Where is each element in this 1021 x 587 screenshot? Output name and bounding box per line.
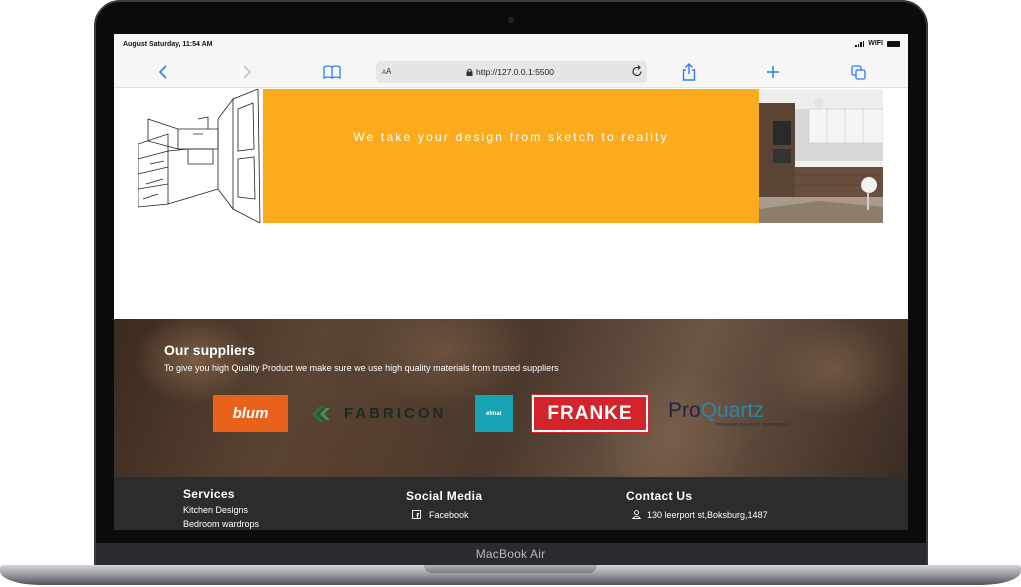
browser-screen: August Saturday, 11:54 AM WIFI AA http:/… [114,34,908,530]
footer-link-kitchen-designs[interactable]: Kitchen Designs [183,505,248,515]
laptop-base-notch [424,565,597,573]
footer: Services Kitchen Designs Bedroom wardrop… [114,477,908,530]
lock-icon [466,68,473,76]
proquartz-pro-text: Pro [668,399,701,422]
elmar-logo: elmar [475,395,513,432]
laptop-model-label: MacBook Air [475,547,546,561]
signal-icon [855,40,865,47]
design-banner: We take your design from sketch to reali… [263,89,759,223]
proquartz-logo: ProQuartz PREMIER QUARTZ SURFACES [668,395,813,432]
suppliers-title: Our suppliers [164,342,256,358]
kitchen-sketch-image [138,89,261,223]
wifi-label: WIFI [868,40,883,47]
footer-services-heading: Services [183,487,235,501]
footer-link-facebook[interactable]: Facebook [429,510,469,520]
person-icon [632,510,641,519]
new-tab-icon[interactable] [763,62,783,82]
elmar-logo-text: elmar [485,410,502,417]
status-indicators: WIFI [855,40,900,47]
browser-toolbar: AA http://127.0.0.1:5500 [114,56,908,88]
camera-icon [508,17,514,23]
proquartz-wordmark: ProQuartz [668,400,764,422]
franke-logo: FRANKE [531,394,649,433]
suppliers-section: Our suppliers To give you high Quality P… [114,319,908,477]
footer-link-bedroom-wardrops[interactable]: Bedroom wardrops [183,519,259,529]
tabs-icon[interactable] [848,62,868,82]
status-bar: August Saturday, 11:54 AM WIFI [114,34,908,56]
reload-icon[interactable] [631,65,643,83]
proquartz-tagline: PREMIER QUARTZ SURFACES [716,422,789,427]
suppliers-subtitle: To give you high Quality Product we make… [164,363,559,373]
banner-text: We take your design from sketch to reali… [353,130,669,144]
forward-icon[interactable] [237,62,257,82]
proquartz-quartz-text: Quartz [700,399,764,422]
web-page: We take your design from sketch to reali… [114,89,908,530]
footer-contact-heading: Contact Us [626,489,693,503]
back-icon[interactable] [153,62,173,82]
fabricon-logo: FABRICON [312,395,452,432]
text-size-button[interactable]: AA [382,67,391,76]
franke-logo-text: FRANKE [547,402,633,424]
blum-logo: blum [213,395,288,432]
bookmarks-icon[interactable] [322,62,342,82]
facebook-icon [412,510,421,519]
url-text: http://127.0.0.1:5500 [476,67,554,77]
fabricon-logo-text: FABRICON [344,405,447,422]
share-icon[interactable] [679,62,699,82]
url-bar[interactable]: AA http://127.0.0.1:5500 [376,61,647,83]
fabricon-mark-icon [312,405,330,422]
blum-logo-text: blum [232,405,269,422]
kitchen-photo-image [759,89,883,223]
footer-social-heading: Social Media [406,489,483,503]
status-time: August Saturday, 11:54 AM [123,41,213,48]
battery-icon [887,40,900,47]
footer-address: 130 leerport st,Boksburg,1487 [647,510,768,520]
